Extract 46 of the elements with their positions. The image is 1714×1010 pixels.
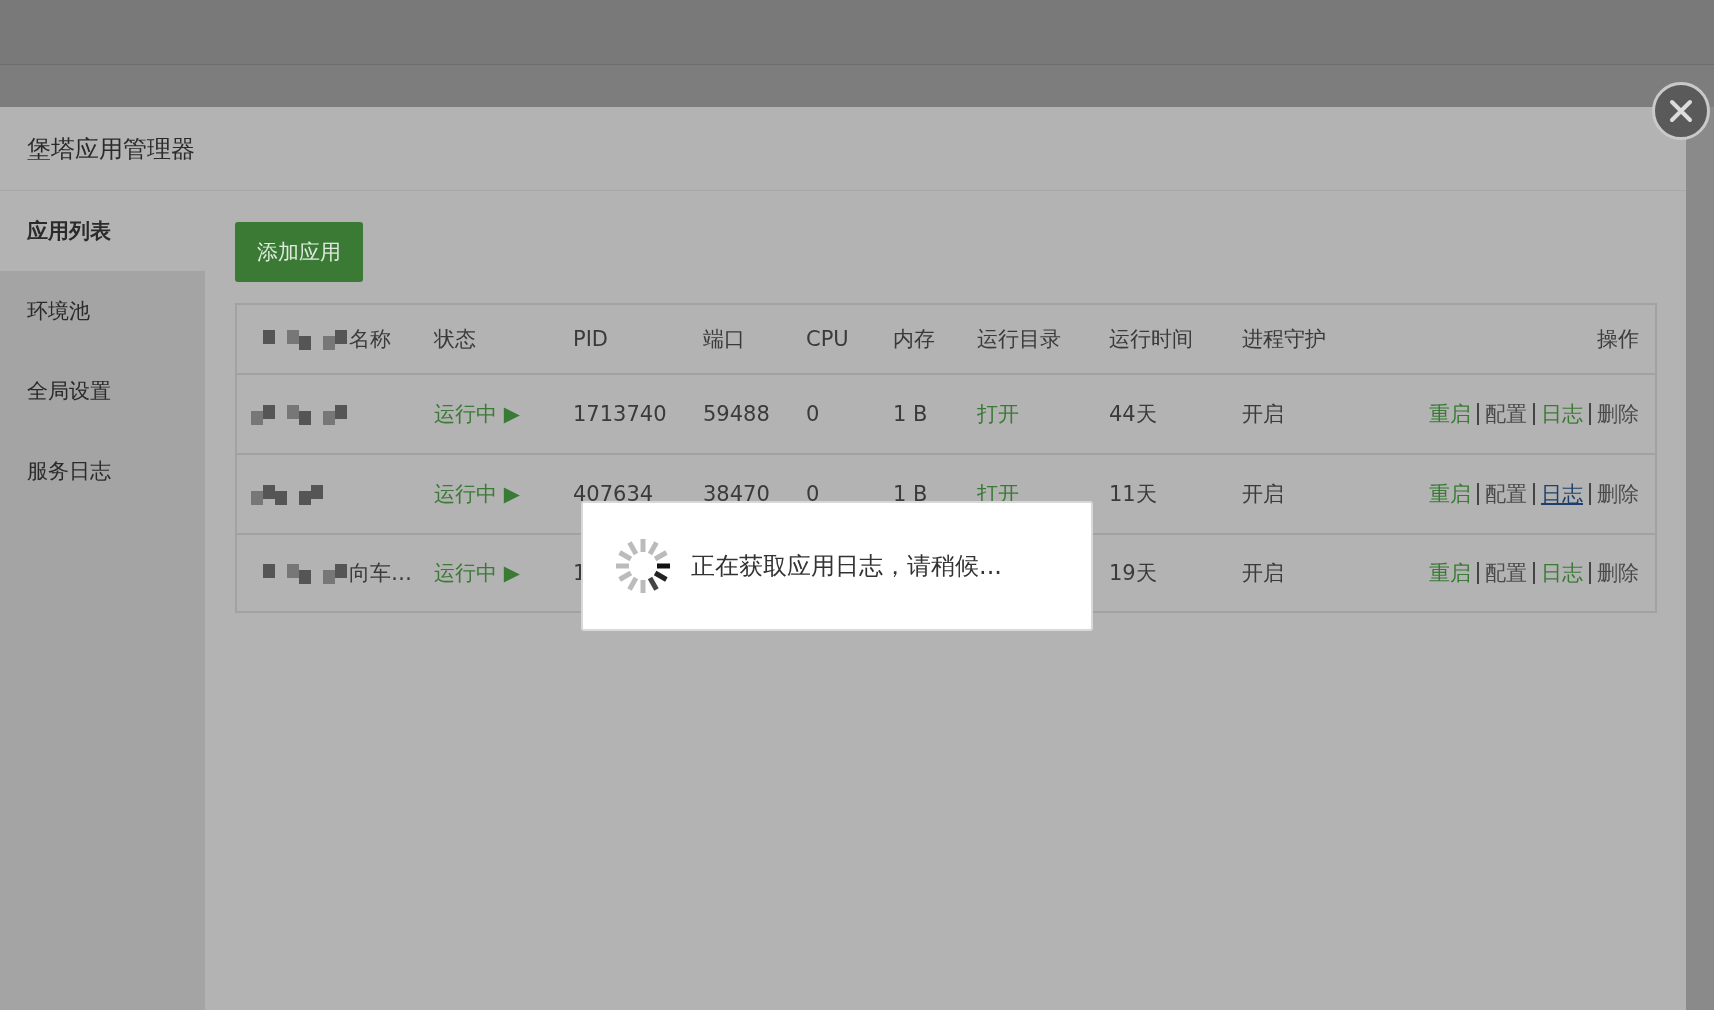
status-text: 运行中 ▶ <box>433 560 521 587</box>
action-link[interactable]: 删除 <box>1597 480 1639 508</box>
action-link[interactable]: 删除 <box>1597 559 1639 587</box>
column-header: 运行目录 <box>976 326 1062 353</box>
action-link[interactable]: 重启 <box>1429 400 1471 428</box>
action-link[interactable]: 删除 <box>1597 400 1639 428</box>
table-cell-text: 11天 <box>1108 481 1158 508</box>
close-icon <box>1668 98 1694 124</box>
app-name: 向车… <box>349 560 412 587</box>
column-header: CPU <box>805 327 850 351</box>
table-cell-text: 0 <box>805 402 821 426</box>
loading-spinner-icon <box>613 536 673 596</box>
table-cell-text: 开启 <box>1241 560 1285 587</box>
column-header: 端口 <box>702 326 746 353</box>
table-cell-text: 开启 <box>1241 481 1285 508</box>
add-app-button[interactable]: 添加应用 <box>235 222 363 282</box>
action-link[interactable]: 配置 <box>1485 480 1527 508</box>
column-header: 名称 <box>349 326 391 353</box>
table-cell-text: 59488 <box>702 402 771 426</box>
action-link[interactable]: 配置 <box>1485 559 1527 587</box>
column-header: 操作 <box>1596 326 1640 353</box>
status-text: 运行中 ▶ <box>433 401 521 428</box>
column-header: 内存 <box>892 326 936 353</box>
column-header: 运行时间 <box>1108 326 1194 353</box>
table-cell-text: 1 B <box>892 402 929 426</box>
action-link[interactable]: 配置 <box>1485 400 1527 428</box>
table-cell-text: 1 B <box>892 482 929 506</box>
table-cell-text: 1713740 <box>572 402 668 426</box>
table-cell-text: 38470 <box>702 482 771 506</box>
action-link[interactable]: 重启 <box>1429 480 1471 508</box>
action-link[interactable]: 日志 <box>1541 559 1583 587</box>
column-header: 进程守护 <box>1241 326 1327 353</box>
action-link[interactable]: 重启 <box>1429 559 1471 587</box>
open-directory-link[interactable]: 打开 <box>961 400 1093 428</box>
action-link[interactable]: 日志 <box>1541 480 1583 508</box>
action-link[interactable]: 日志 <box>1541 400 1583 428</box>
table-cell-text: 开启 <box>1241 401 1285 428</box>
table-cell-text: 44天 <box>1108 401 1158 428</box>
sidebar-item[interactable]: 应用列表 <box>0 191 205 271</box>
table-cell-text: 0 <box>805 482 821 506</box>
status-text: 运行中 ▶ <box>433 481 521 508</box>
column-header: PID <box>572 327 610 351</box>
column-header: 状态 <box>433 326 477 353</box>
table-cell-text: 407634 <box>572 482 655 506</box>
table-cell-text: 19天 <box>1108 560 1158 587</box>
loading-message: 正在获取应用日志，请稍候... <box>691 551 1002 582</box>
